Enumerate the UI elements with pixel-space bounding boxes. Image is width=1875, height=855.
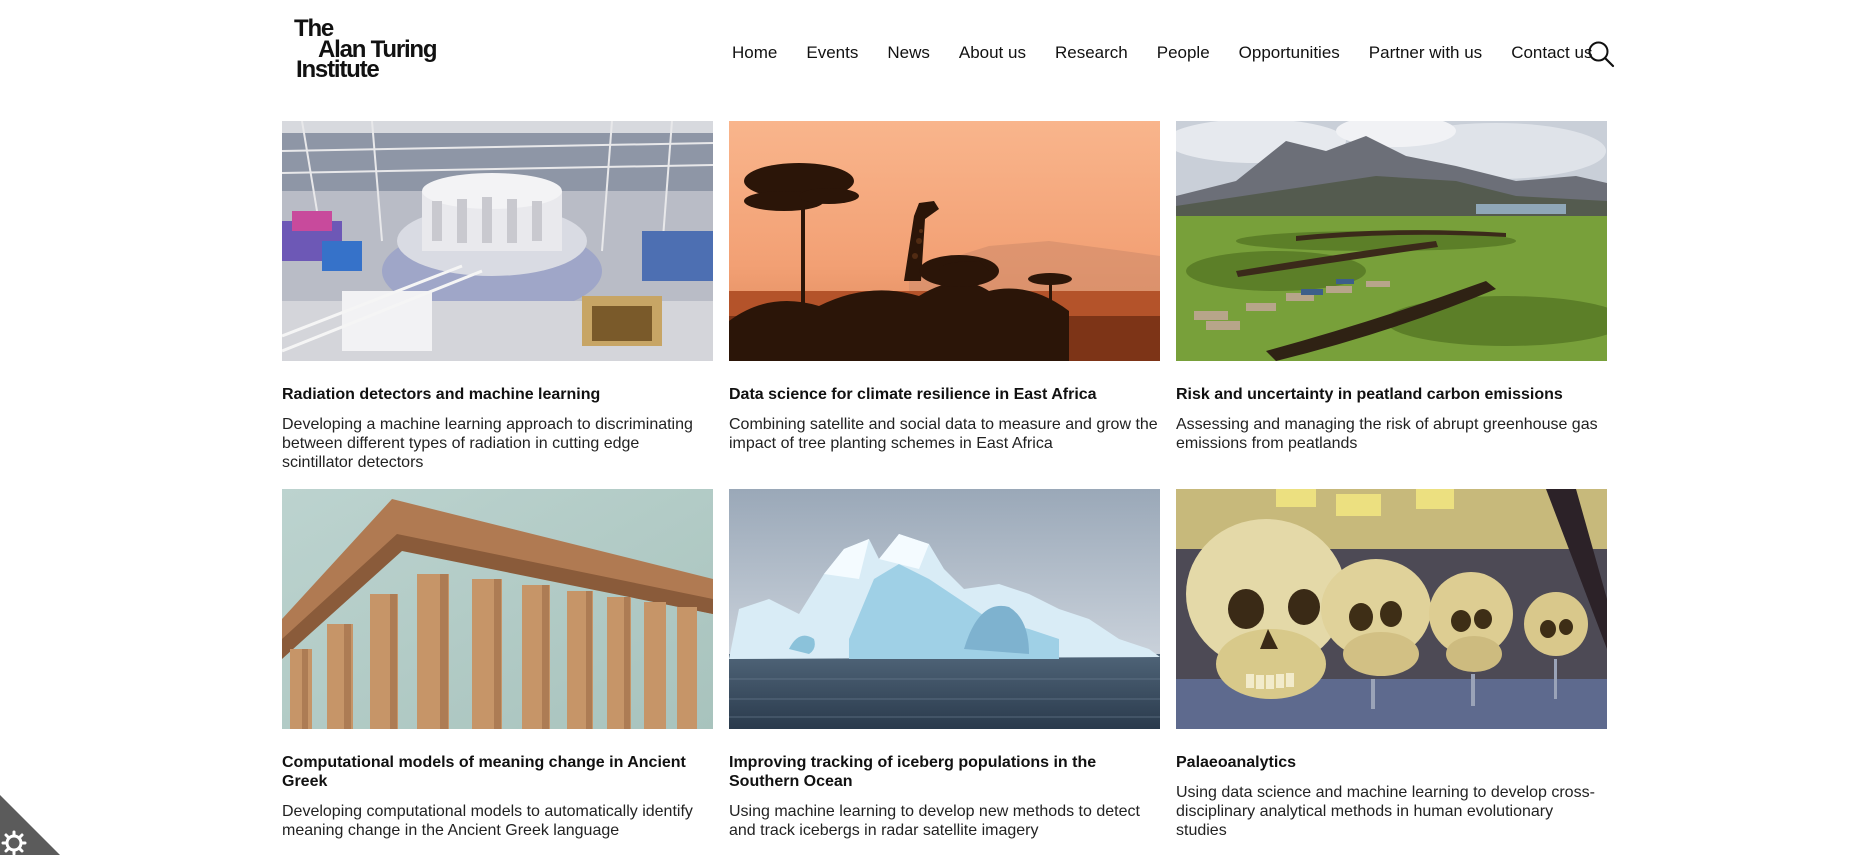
project-card[interactable]: Radiation detectors and machine learning… xyxy=(282,121,713,472)
project-image-radiation-detector[interactable] xyxy=(282,121,713,361)
nav-partner-with-us[interactable]: Partner with us xyxy=(1369,42,1482,64)
project-title[interactable]: Palaeoanalytics xyxy=(1176,753,1607,772)
nav-home[interactable]: Home xyxy=(732,42,777,64)
project-card[interactable]: Computational models of meaning change i… xyxy=(282,489,713,840)
project-image-greek-temple[interactable] xyxy=(282,489,713,729)
project-title[interactable]: Improving tracking of iceberg population… xyxy=(729,753,1160,791)
search-icon[interactable] xyxy=(1587,40,1615,68)
nav-contact-us[interactable]: Contact us xyxy=(1511,42,1592,64)
main-nav: Home Events News About us Research Peopl… xyxy=(732,42,1592,64)
project-description: Assessing and managing the risk of abrup… xyxy=(1176,416,1598,452)
nav-events[interactable]: Events xyxy=(806,42,858,64)
project-title[interactable]: Computational models of meaning change i… xyxy=(282,753,713,791)
nav-people[interactable]: People xyxy=(1157,42,1210,64)
nav-research[interactable]: Research xyxy=(1055,42,1128,64)
nav-about-us[interactable]: About us xyxy=(959,42,1026,64)
project-description: Using data science and machine learning … xyxy=(1176,784,1595,839)
nav-opportunities[interactable]: Opportunities xyxy=(1239,42,1340,64)
project-title[interactable]: Risk and uncertainty in peatland carbon … xyxy=(1176,385,1607,404)
nav-news[interactable]: News xyxy=(887,42,930,64)
project-description: Developing a machine learning approach t… xyxy=(282,416,693,471)
project-card[interactable]: Palaeoanalytics Using data science and m… xyxy=(1176,489,1607,840)
project-image-skulls[interactable] xyxy=(1176,489,1607,729)
project-title[interactable]: Data science for climate resilience in E… xyxy=(729,385,1160,404)
project-description: Combining satellite and social data to m… xyxy=(729,416,1158,452)
project-description: Developing computational models to autom… xyxy=(282,803,693,839)
project-image-giraffe-sunset[interactable] xyxy=(729,121,1160,361)
project-description: Using machine learning to develop new me… xyxy=(729,803,1140,839)
project-card[interactable]: Improving tracking of iceberg population… xyxy=(729,489,1160,840)
institute-logo[interactable]: The Alan Turing Institute xyxy=(294,17,444,82)
project-image-peatland[interactable] xyxy=(1176,121,1607,361)
cookie-settings-icon[interactable] xyxy=(0,795,62,855)
project-image-iceberg[interactable] xyxy=(729,489,1160,729)
project-card[interactable]: Data science for climate resilience in E… xyxy=(729,121,1160,453)
project-card[interactable]: Risk and uncertainty in peatland carbon … xyxy=(1176,121,1607,453)
project-title[interactable]: Radiation detectors and machine learning xyxy=(282,385,713,404)
